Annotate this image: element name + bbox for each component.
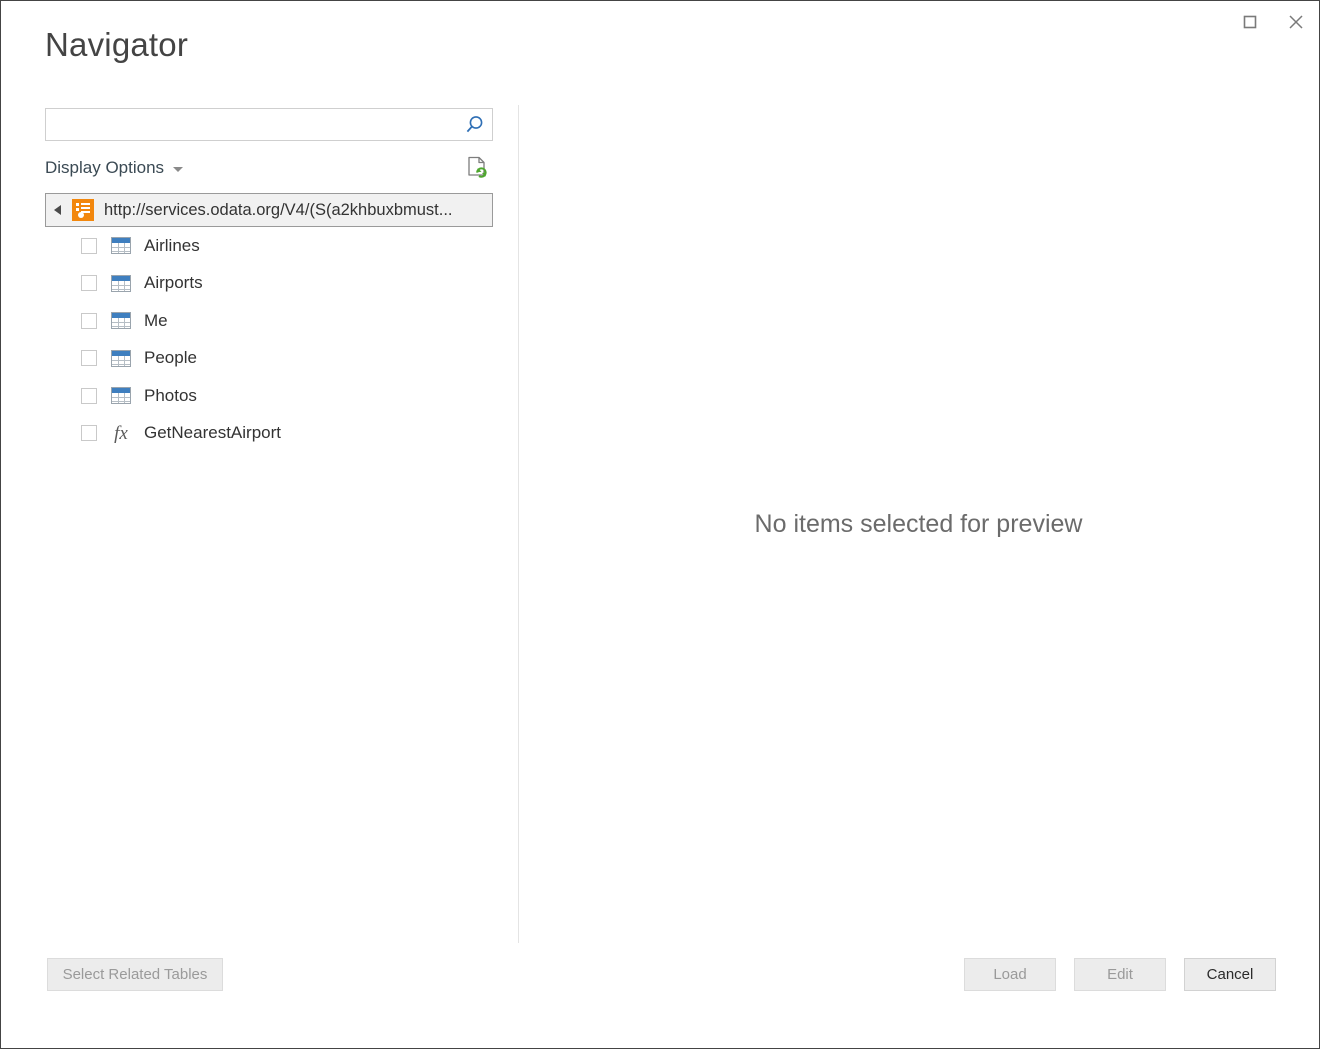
close-icon (1287, 13, 1305, 31)
collapse-triangle-icon[interactable] (54, 205, 72, 215)
search-box[interactable] (45, 108, 493, 141)
navigator-dialog: Navigator Display Options (0, 0, 1320, 1049)
chevron-down-icon (173, 167, 183, 172)
window-controls (1227, 1, 1319, 43)
cancel-button[interactable]: Cancel (1184, 958, 1276, 991)
function-fx-icon: fx (110, 422, 132, 444)
table-icon (110, 385, 132, 407)
tree-item-airlines[interactable]: Airlines (45, 227, 493, 265)
tree-item-label: Photos (144, 386, 197, 406)
table-icon (110, 235, 132, 257)
search-input[interactable] (46, 110, 458, 139)
edit-button[interactable]: Edit (1074, 958, 1166, 991)
tree-item-checkbox[interactable] (81, 238, 97, 254)
search-icon[interactable] (458, 109, 492, 140)
preview-empty-message: No items selected for preview (519, 510, 1318, 539)
tree-item-checkbox[interactable] (81, 425, 97, 441)
tree-item-getnearestairport[interactable]: fx GetNearestAirport (45, 415, 493, 453)
page-title: Navigator (45, 28, 188, 61)
dialog-footer: Select Related Tables Load Edit Cancel (1, 948, 1319, 1048)
navigation-tree: http://services.odata.org/V4/(S(a2khbuxb… (45, 193, 493, 452)
load-button[interactable]: Load (964, 958, 1056, 991)
tree-item-airports[interactable]: Airports (45, 265, 493, 303)
tree-item-label: Airports (144, 273, 203, 293)
tree-item-label: Airlines (144, 236, 200, 256)
refresh-page-icon[interactable] (465, 155, 489, 181)
select-related-tables-button[interactable]: Select Related Tables (47, 958, 223, 991)
tree-item-photos[interactable]: Photos (45, 377, 493, 415)
tree-item-checkbox[interactable] (81, 350, 97, 366)
tree-root-label: http://services.odata.org/V4/(S(a2khbuxb… (104, 201, 453, 220)
maximize-icon (1242, 14, 1258, 30)
table-icon (110, 347, 132, 369)
tree-item-checkbox[interactable] (81, 275, 97, 291)
odata-feed-icon (72, 199, 94, 221)
left-pane: Display Options (45, 108, 493, 452)
tree-item-checkbox[interactable] (81, 388, 97, 404)
display-options-row: Display Options (45, 151, 493, 185)
display-options-dropdown[interactable]: Display Options (45, 158, 183, 178)
tree-item-me[interactable]: Me (45, 302, 493, 340)
tree-item-label: GetNearestAirport (144, 423, 281, 443)
table-icon (110, 272, 132, 294)
maximize-button[interactable] (1227, 1, 1273, 43)
tree-item-people[interactable]: People (45, 340, 493, 378)
tree-item-checkbox[interactable] (81, 313, 97, 329)
tree-item-label: People (144, 348, 197, 368)
close-button[interactable] (1273, 1, 1319, 43)
tree-root-node[interactable]: http://services.odata.org/V4/(S(a2khbuxb… (45, 193, 493, 227)
display-options-label: Display Options (45, 158, 164, 178)
tree-item-label: Me (144, 311, 168, 331)
preview-pane: No items selected for preview (519, 105, 1318, 943)
table-icon (110, 310, 132, 332)
